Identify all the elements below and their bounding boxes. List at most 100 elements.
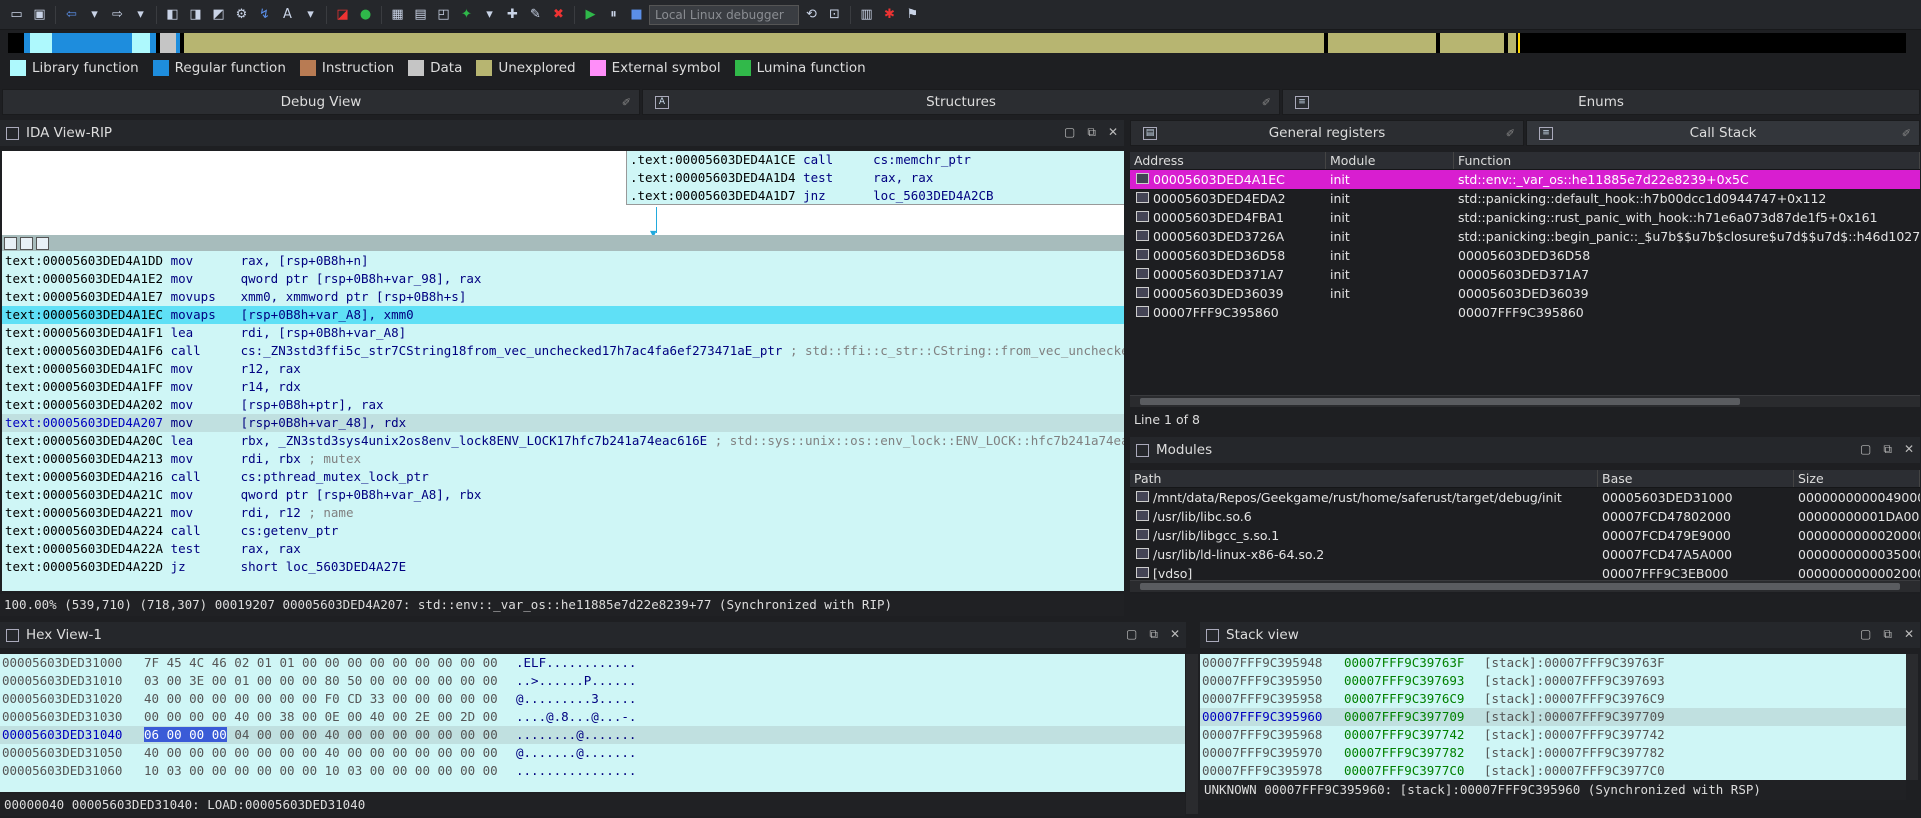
col-function[interactable]: Function	[1454, 152, 1920, 169]
chevron-down-icon[interactable]: ▾	[84, 4, 105, 25]
horizontal-scrollbar[interactable]	[1130, 580, 1920, 592]
module-row[interactable]: /usr/lib/libc.so.6 00007FCD47802000 000000…	[1130, 507, 1920, 526]
col-module[interactable]: Module	[1326, 152, 1454, 169]
save-icon[interactable]: ▣	[29, 4, 50, 25]
data-icon[interactable]: ◩	[208, 4, 229, 25]
vertical-scrollbar[interactable]	[1906, 654, 1918, 780]
module-row[interactable]: /mnt/data/Repos/Geekgame/rust/home/safer…	[1130, 488, 1920, 507]
stack-row[interactable]: 00007FFF9C395968 00007FFF9C397742 [stack]:…	[1200, 726, 1906, 744]
hex-row[interactable]: 00005603DED31010 03 00 3E 00 01 00 00 00 …	[0, 672, 1185, 690]
jump-icon[interactable]: ↯	[254, 4, 275, 25]
attach-icon[interactable]: ⟲	[801, 4, 822, 25]
hex-dump[interactable]: 00005603DED31000 7F 45 4C 46 02 01 01 00 …	[0, 654, 1185, 792]
patch-icon[interactable]: ✚	[502, 4, 523, 25]
float-icon[interactable]: ⧉	[1087, 125, 1096, 140]
asm-line[interactable]: text:00005603DED4A202 mov [rsp+0B8h+ptr],…	[2, 396, 1124, 414]
close-icon[interactable]: ✕	[1108, 125, 1118, 140]
call-stack-row[interactable]: 00005603DED4A1EC init std::env::_var_os::h…	[1130, 170, 1920, 189]
hex-row[interactable]: 00005603DED31020 40 00 00 00 00 00 00 00 …	[0, 690, 1185, 708]
stack-row[interactable]: 00007FFF9C395950 00007FFF9C397693 [stack]:…	[1200, 672, 1906, 690]
asm-line[interactable]: text:00005603DED4A1F6 call cs:_ZN3std3ffi…	[2, 342, 1124, 360]
float-icon[interactable]: ⧉	[1883, 442, 1892, 457]
node-group-icon[interactable]	[36, 236, 49, 250]
stack-row[interactable]: 00007FFF9C395960 00007FFF9C397709 [stack]:…	[1200, 708, 1906, 726]
col-path[interactable]: Path	[1130, 470, 1598, 487]
asm-line[interactable]: .text:00005603DED4A1D7 jnz loc_5603DED4A2…	[627, 187, 1124, 205]
asm-line[interactable]: text:00005603DED4A221 mov rdi, r12 ; name	[2, 504, 1124, 522]
asm-line[interactable]: text:00005603DED4A216 call cs:pthread_mut…	[2, 468, 1124, 486]
tab-structures[interactable]: A Structures ✐	[642, 89, 1280, 115]
asm-line[interactable]: text:00005603DED4A224 call cs:getenv_ptr	[2, 522, 1124, 540]
call-stack-row[interactable]: 00005603DED371A7 init 00005603DED371A7	[1130, 265, 1920, 284]
hex-row[interactable]: 00005603DED31030 00 00 00 00 40 00 38 00 …	[0, 708, 1185, 726]
pin-icon[interactable]: ✐	[1506, 127, 1515, 140]
node-edit-icon[interactable]	[20, 236, 33, 250]
call-stack-row[interactable]: 00005603DED4EDA2 init std::panicking::defa…	[1130, 189, 1920, 208]
minimize-icon[interactable]: ▢	[1126, 627, 1137, 642]
hex-row[interactable]: 00005603DED31050 40 00 00 00 00 00 00 00 …	[0, 744, 1185, 762]
call-stack-table[interactable]: Address Module Function 00005603DED4A1EC…	[1130, 152, 1920, 407]
stack-row[interactable]: 00007FFF9C395958 00007FFF9C3976C9 [stack]:…	[1200, 690, 1906, 708]
stack-row[interactable]: 00007FFF9C395978 00007FFF9C3977C0 [stack]:…	[1200, 762, 1906, 780]
tab-general-registers[interactable]: ▤ General registers ✐	[1130, 120, 1524, 146]
script-icon[interactable]: ✦	[456, 4, 477, 25]
pin-icon[interactable]: ✐	[1262, 96, 1271, 109]
hex-row[interactable]: 00005603DED31040 06 00 00 00 04 00 00 00 …	[0, 726, 1185, 744]
stack-row[interactable]: 00007FFF9C395948 00007FFF9C39763F [stack]:…	[1200, 654, 1906, 672]
breakpoint-icon[interactable]: ✱	[879, 4, 900, 25]
undefine-icon[interactable]: ⚙	[231, 4, 252, 25]
detach-icon[interactable]: ⊡	[824, 4, 845, 25]
text-icon[interactable]: A	[277, 4, 298, 25]
hex-row[interactable]: 00005603DED31000 7F 45 4C 46 02 01 01 00 …	[0, 654, 1185, 672]
asm-line[interactable]: text:00005603DED4A1DD mov rax, [rsp+0B8h+…	[2, 252, 1124, 270]
asm-line[interactable]: text:00005603DED4A20C lea rbx, _ZN3std3sy…	[2, 432, 1124, 450]
call-stack-row[interactable]: 00005603DED36D58 init 00005603DED36D58	[1130, 246, 1920, 265]
graph-icon[interactable]: ◪	[332, 4, 353, 25]
open-icon[interactable]: ▭	[6, 4, 27, 25]
pause-icon[interactable]: ⏸	[603, 4, 624, 25]
chevron-down-icon[interactable]: ▾	[130, 4, 151, 25]
close-icon[interactable]: ✕	[1904, 442, 1914, 457]
code-icon[interactable]: ◧	[162, 4, 183, 25]
function-icon[interactable]: ◨	[185, 4, 206, 25]
hex-selection[interactable]: 06 00 00 00	[144, 727, 227, 742]
node-color-icon[interactable]	[4, 236, 17, 250]
back-icon[interactable]: ⇦	[61, 4, 82, 25]
asm-line[interactable]: text:00005603DED4A1EC movaps [rsp+0B8h+va…	[2, 306, 1124, 324]
float-icon[interactable]: ⧉	[1149, 627, 1158, 642]
module-row[interactable]: /usr/lib/ld-linux-x86-64.so.2 00007FCD47A…	[1130, 545, 1920, 564]
graph-node-main[interactable]: text:00005603DED4A1DD mov rax, [rsp+0B8h+…	[2, 235, 1124, 591]
breakpoint-list-icon[interactable]: ▥	[856, 4, 877, 25]
close-icon[interactable]: ✕	[1904, 627, 1914, 642]
call-stack-row[interactable]: 00005603DED4FBA1 init std::panicking::rust…	[1130, 208, 1920, 227]
tab-debug-view[interactable]: Debug View ✐	[2, 89, 640, 115]
minimize-icon[interactable]: ▢	[1860, 442, 1871, 457]
asm-line[interactable]: text:00005603DED4A22A test rax, rax	[2, 540, 1124, 558]
hex-row[interactable]: 00005603DED31060 10 03 00 00 00 00 00 00 …	[0, 762, 1185, 780]
float-icon[interactable]: ⧉	[1883, 627, 1892, 642]
string-icon[interactable]: ◰	[433, 4, 454, 25]
horizontal-scrollbar[interactable]	[1130, 395, 1920, 407]
col-size[interactable]: Size	[1794, 470, 1920, 487]
tab-call-stack[interactable]: ≡ Call Stack ✐	[1526, 120, 1920, 146]
call-stack-row[interactable]: 00007FFF9C395860 00007FFF9C395860	[1130, 303, 1920, 322]
asm-line[interactable]: .text:00005603DED4A1D4 test rax, rax	[627, 169, 1124, 187]
call-stack-row[interactable]: 00005603DED36039 init 00005603DED36039	[1130, 284, 1920, 303]
tab-enums[interactable]: ≡ Enums	[1282, 89, 1920, 115]
struct-icon[interactable]: ▦	[387, 4, 408, 25]
asm-line[interactable]: text:00005603DED4A207 mov [rsp+0B8h+var_4…	[2, 414, 1124, 432]
module-row[interactable]: /usr/lib/libgcc_s.so.1 00007FCD479E9000 00…	[1130, 526, 1920, 545]
asm-line[interactable]: text:00005603DED4A22D jz short loc_5603DE…	[2, 558, 1124, 576]
asm-line[interactable]: text:00005603DED4A1FC mov r12, rax	[2, 360, 1124, 378]
debugger-select[interactable]: Local Linux debugger	[649, 4, 799, 25]
vertical-scrollbar[interactable]	[1186, 654, 1198, 814]
graph-node-top[interactable]: .text:00005603DED4A1CE call cs:memchr_ptr…	[626, 151, 1124, 205]
stack-dump[interactable]: 00007FFF9C395948 00007FFF9C39763F [stack]:…	[1200, 654, 1906, 780]
navigation-band[interactable]	[8, 33, 1906, 53]
asm-line[interactable]: text:00005603DED4A1F1 lea rdi, [rsp+0B8h+…	[2, 324, 1124, 342]
edit-icon[interactable]: ✎	[525, 4, 546, 25]
status-icon[interactable]: ●	[355, 4, 376, 25]
enum-icon[interactable]: ▤	[410, 4, 431, 25]
chevron-down-icon[interactable]: ▾	[300, 4, 321, 25]
asm-line[interactable]: .text:00005603DED4A1CE call cs:memchr_ptr	[627, 151, 1124, 169]
